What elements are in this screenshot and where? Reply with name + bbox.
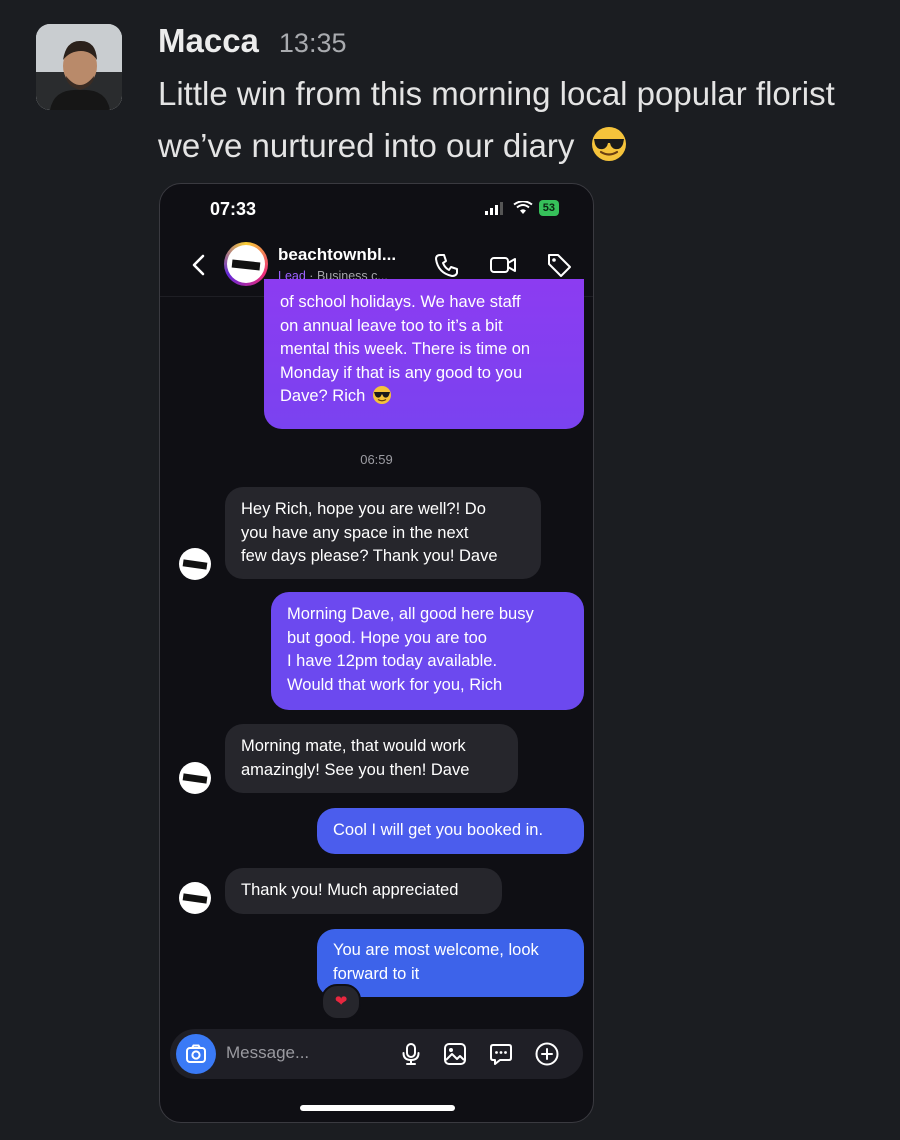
message-text: Hey Rich, hope you are well?! Do you hav…: [241, 500, 498, 565]
outgoing-message[interactable]: You are most welcome, look forward to it: [317, 929, 584, 997]
signal-icon: [484, 202, 503, 215]
contact-message-avatar: [179, 882, 211, 914]
microphone-icon[interactable]: [398, 1041, 424, 1067]
phone-call-icon[interactable]: [432, 250, 462, 280]
status-time: 07:33: [210, 199, 257, 219]
incoming-message[interactable]: Morning mate, that would work amazingly!…: [225, 724, 518, 793]
outgoing-message[interactable]: Cool I will get you booked in.: [317, 808, 584, 854]
time-divider: 06:59: [360, 452, 393, 467]
add-icon[interactable]: [534, 1041, 560, 1067]
sunglasses-emoji-icon: [590, 125, 628, 178]
message-text: Little win from this morning local popul…: [158, 75, 835, 164]
back-arrow-icon[interactable]: [184, 250, 214, 280]
sender-name[interactable]: Macca: [158, 22, 259, 60]
message-text: You are most welcome, look forward to it: [333, 941, 539, 983]
message-body: Little win from this morning local popul…: [158, 68, 858, 178]
phone-screenshot[interactable]: 07:33 53 beachtownbl... Lead · Business …: [159, 183, 594, 1123]
outgoing-message[interactable]: of school holidays. We have staff on ann…: [264, 279, 584, 429]
status-bar: 07:33 53: [160, 184, 593, 236]
wifi-icon: [513, 201, 533, 214]
sunglasses-emoji-icon: [372, 386, 391, 404]
incoming-message[interactable]: Hey Rich, hope you are well?! Do you hav…: [225, 487, 541, 579]
gallery-icon[interactable]: [442, 1041, 468, 1067]
message-composer: Message...: [170, 1029, 583, 1079]
contact-name[interactable]: beachtownbl...: [278, 245, 396, 265]
message-header: Macca 13:35: [158, 22, 346, 60]
sender-photo: [36, 24, 122, 110]
incoming-message[interactable]: Thank you! Much appreciated: [225, 868, 502, 914]
message-input[interactable]: Message...: [226, 1043, 309, 1063]
contact-avatar[interactable]: [224, 242, 268, 286]
message-timestamp[interactable]: 13:35: [279, 28, 347, 59]
camera-button[interactable]: [176, 1034, 216, 1074]
message-text: Morning mate, that would work amazingly!…: [241, 737, 470, 779]
video-call-icon[interactable]: [488, 250, 518, 280]
heart-reaction-icon[interactable]: ❤: [321, 984, 361, 1020]
sender-avatar[interactable]: [36, 24, 122, 110]
contact-message-avatar: [179, 762, 211, 794]
battery-level: 53: [538, 200, 559, 216]
sticker-icon[interactable]: [488, 1041, 514, 1067]
camera-icon: [186, 1044, 206, 1063]
outgoing-message[interactable]: Morning Dave, all good here busy but goo…: [271, 592, 584, 710]
tag-icon[interactable]: [544, 250, 574, 280]
message-text: Cool I will get you booked in.: [333, 821, 544, 839]
home-indicator: [300, 1105, 455, 1111]
message-text: Thank you! Much appreciated: [241, 881, 459, 899]
message-text: of school holidays. We have staff on ann…: [280, 293, 531, 405]
status-icons: 53: [484, 200, 559, 216]
contact-message-avatar: [179, 548, 211, 580]
message-text: Morning Dave, all good here busy but goo…: [287, 605, 534, 694]
